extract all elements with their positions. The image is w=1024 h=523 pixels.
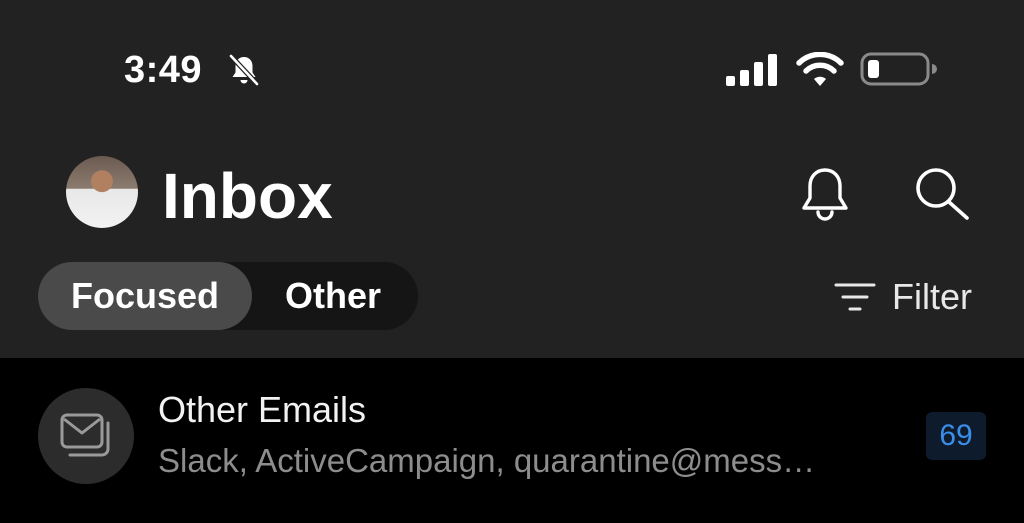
filter-label: Filter (892, 276, 972, 317)
signal-icon (726, 54, 777, 86)
page-title: Inbox (162, 160, 333, 232)
tab-other[interactable]: Other (258, 262, 408, 330)
filter-lines-icon (834, 283, 876, 311)
tab-focused[interactable]: Focused (38, 262, 252, 330)
list-item[interactable]: Other Emails Slack, ActiveCampaign, quar… (0, 358, 1024, 523)
other-emails-avatar (38, 388, 134, 484)
inbox-tabs: Focused Other (38, 262, 418, 330)
bell-icon[interactable] (798, 164, 852, 222)
bell-slash-icon (229, 54, 259, 86)
filter-button[interactable]: Filter (834, 274, 972, 320)
search-icon[interactable] (912, 164, 972, 222)
row-title: Other Emails (158, 389, 367, 430)
row-subtitle: Slack, ActiveCampaign, quarantine@mess… (158, 442, 816, 479)
unread-count-badge: 69 (926, 412, 986, 460)
status-time: 3:49 (124, 49, 203, 91)
app-header: 3:49 Inbox Focused Other Filter (0, 0, 1024, 358)
battery-icon (860, 52, 937, 86)
avatar[interactable] (66, 156, 138, 228)
mail-stack-icon (60, 413, 110, 457)
wifi-icon (796, 52, 844, 86)
